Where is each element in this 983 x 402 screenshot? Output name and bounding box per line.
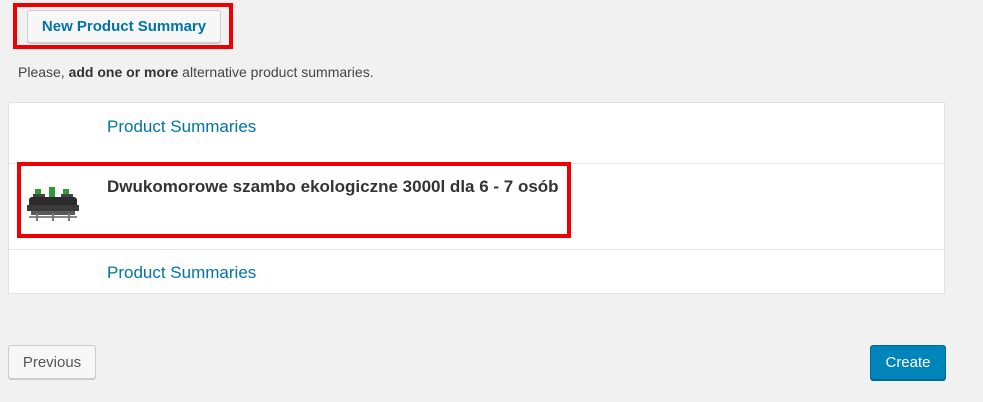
table-row: Product Summaries [9,103,944,164]
instruction-prefix: Please, [18,64,69,80]
table-row: Dwukomorowe szambo ekologiczne 3000l dla… [9,163,944,250]
instruction-emphasis: add one or more [68,64,179,80]
product-summaries-table: Product Summaries Dwukomorowe szambo eko… [8,102,945,294]
new-product-summary-button[interactable]: New Product Summary [27,10,221,43]
instruction-suffix: alternative product summaries. [178,64,374,80]
product-title: Dwukomorowe szambo ekologiczne 3000l dla… [107,177,559,196]
table-row: Product Summaries [9,249,944,294]
create-button[interactable]: Create [870,345,946,380]
product-summaries-link[interactable]: Product Summaries [107,117,256,137]
previous-button[interactable]: Previous [8,345,96,379]
product-thumbnail-icon [27,187,79,221]
instruction-text: Please, add one or more alternative prod… [18,64,374,80]
product-summaries-link[interactable]: Product Summaries [107,263,256,283]
